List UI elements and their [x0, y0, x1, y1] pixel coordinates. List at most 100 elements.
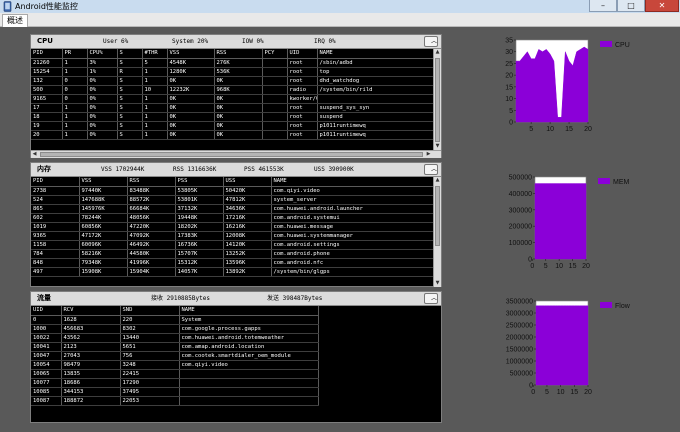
table-cell: 1 [142, 121, 168, 131]
table-cell [262, 58, 288, 68]
cpu-scroll-thumb[interactable] [435, 58, 440, 142]
table-row[interactable]: 500 0 0% S 10 12232K 968K radio/system/bin/rild [31, 85, 435, 95]
cpu-horizontal-scrollbar[interactable]: ◀ ▶ [31, 150, 441, 158]
flow-recv-stat: 接收 2910885Bytes [151, 295, 210, 302]
table-row[interactable]: 602 78244K 48056K 19448K 17216K com.android.s… [31, 213, 435, 223]
table-cell: 53801K [175, 195, 224, 205]
table-row[interactable]: 1000 456683 8302 com.google.process.gapps [31, 324, 319, 334]
table-cell: 0% [87, 103, 118, 113]
column-header[interactable]: CPU% [87, 49, 118, 59]
table-row[interactable]: 19 1 0% S 1 0K 0K root p1011runtimewq [31, 121, 435, 131]
cpu-vertical-scrollbar[interactable]: ▲ ▼ [433, 49, 441, 150]
close-button[interactable]: ✕ [645, 0, 679, 12]
column-header[interactable]: RCV [61, 306, 121, 316]
table-cell: 13835 [61, 369, 121, 379]
table-row[interactable]: 524 147688K 88572K 53801K 47812K system_serve… [31, 195, 435, 205]
column-header[interactable]: USS [223, 177, 272, 187]
table-cell: 13892K [223, 267, 272, 277]
scroll-down-arrow-icon[interactable]: ▼ [434, 143, 441, 150]
table-cell: 0% [87, 94, 118, 104]
column-header[interactable]: NAME [271, 177, 435, 187]
table-row[interactable]: 20 1 0% S 1 0K 0K root p1011runtimewq [31, 130, 435, 140]
table-cell: 1 [62, 130, 88, 140]
table-cell: 13252K [223, 249, 272, 259]
mem-collapse-button[interactable]: ︿ [424, 164, 438, 175]
mem-scroll-thumb[interactable] [435, 186, 440, 246]
scroll-left-arrow-icon[interactable]: ◀ [31, 151, 38, 158]
column-header[interactable]: UID [31, 306, 62, 316]
tab-overview[interactable]: 概述 [2, 14, 28, 27]
x-tick-label: 15 [570, 389, 578, 396]
table-cell: 968K [214, 85, 263, 95]
table-row[interactable]: 10077 18686 17290 [31, 378, 319, 388]
table-cell [262, 67, 288, 77]
table-row[interactable]: 9365 47172K 47092K 17383K 12008K com.huawei.s… [31, 231, 435, 241]
table-row[interactable]: 21260 1 3% S 5 4548K 276K root/sbin/adbd [31, 58, 435, 68]
table-row[interactable]: 10047 27043 756 com.cootek.smartdialer_oem_… [31, 351, 319, 361]
column-header[interactable]: RSS [214, 49, 263, 59]
minimize-button[interactable]: – [589, 0, 617, 12]
table-row[interactable]: 916500%S10K0Kkworker/0:2 [31, 94, 435, 104]
table-cell: 0K [167, 76, 215, 86]
column-header[interactable]: SND [120, 306, 180, 316]
table-cell: 18202K [175, 222, 224, 232]
table-row[interactable]: 497 15908K 15904K 14057K 13892K/system/bin/g… [31, 267, 435, 277]
cpu-iow-stat: IOW 0% [242, 38, 264, 45]
column-header[interactable]: NAME [317, 49, 435, 59]
cpu-hscroll-thumb[interactable] [40, 152, 423, 157]
mem-process-table: PID VSS RSS PSS USS NAME 2738 97440K 83488K 5380… [31, 177, 435, 277]
column-header[interactable]: PSS [175, 177, 224, 187]
table-row[interactable]: 10065 13835 22415 [31, 369, 319, 379]
table-row[interactable]: 10087 188872 22053 [31, 396, 319, 406]
table-row[interactable]: 17 1 0% S 1 0K 0K root suspend_sys_syn [31, 103, 435, 113]
cpu-panel-title: CPU [37, 37, 53, 45]
table-row[interactable]: 10041 2123 5651 com.amap.android.location [31, 342, 319, 352]
table-cell: 5651 [120, 342, 180, 352]
flow-collapse-button[interactable]: ︿ [424, 293, 438, 304]
mem-vertical-scrollbar[interactable]: ▲ ▼ [433, 177, 441, 287]
column-header[interactable]: PR [62, 49, 88, 59]
table-row[interactable]: 1019 60856K 47220K 18202K 16216K com.huawei.m… [31, 222, 435, 232]
table-cell: 47812K [223, 195, 272, 205]
column-header[interactable]: VSS [167, 49, 215, 59]
maximize-button[interactable]: □ [617, 0, 645, 12]
table-row[interactable]: 848 79348K 41996K 15312K 13596K com.android.n… [31, 258, 435, 268]
column-header[interactable]: S [117, 49, 143, 59]
table-row[interactable]: 18 1 0% S 1 0K 0K root suspend [31, 112, 435, 122]
scroll-up-arrow-icon[interactable]: ▲ [434, 49, 441, 56]
column-header[interactable]: UID [287, 49, 318, 59]
table-cell: suspend_sys_syn [317, 103, 435, 113]
table-row[interactable]: 10022 43562 13440 com.huawei.android.totemw… [31, 333, 319, 343]
cpu-chart-svg: 0 5 10 15 20 25 30 35 5 10 15 20 CPU [505, 38, 630, 134]
column-header[interactable]: PCY [262, 49, 288, 59]
y-tick-label: 500000 [509, 175, 532, 182]
scroll-down-arrow-icon[interactable]: ▼ [434, 280, 441, 287]
column-header[interactable]: NAME [179, 306, 319, 316]
column-header[interactable]: PID [31, 49, 63, 59]
x-tick-label: 10 [546, 126, 554, 133]
table-cell: 20 [31, 130, 63, 140]
cpu-collapse-button[interactable]: ︿ [424, 36, 438, 47]
table-row[interactable]: 15254 1 1% R 1 1280K 536K root top [31, 67, 435, 77]
legend-swatch [600, 41, 612, 47]
table-row[interactable]: 1158 60096K 46492K 16736K 14120K com.android.… [31, 240, 435, 250]
scroll-right-arrow-icon[interactable]: ▶ [425, 151, 432, 158]
y-tick-label: 0 [509, 120, 513, 127]
table-cell: 1 [62, 103, 88, 113]
column-header[interactable]: RSS [127, 177, 176, 187]
column-header[interactable]: VSS [79, 177, 128, 187]
table-cell: 18 [31, 112, 63, 122]
table-row[interactable]: 2738 97440K 83488K 53805K 50420K com.qiyi.vid… [31, 186, 435, 196]
table-row[interactable]: 784 58216K 44580K 15707K 13252K com.android.p… [31, 249, 435, 259]
flow-chart: 0 500000 1000000 1500000 2000000 2500000 30000… [480, 291, 675, 401]
scroll-up-arrow-icon[interactable]: ▲ [434, 177, 441, 184]
table-row[interactable]: 0 1628 220 System [31, 315, 319, 325]
table-row[interactable]: 10054 98479 3248 com.qiyi.video [31, 360, 319, 370]
table-row[interactable]: 865 145976K 66684K 37132K 34636K com.huawei.a… [31, 204, 435, 214]
table-row[interactable]: 10085 344153 37495 [31, 387, 319, 397]
column-header[interactable]: #THR [142, 49, 168, 59]
table-cell: 1 [62, 67, 88, 77]
table-cell: 1% [87, 67, 118, 77]
column-header[interactable]: PID [31, 177, 80, 187]
table-row[interactable]: 132 0 0% S 1 0K 0K root dhd_watchdog [31, 76, 435, 86]
